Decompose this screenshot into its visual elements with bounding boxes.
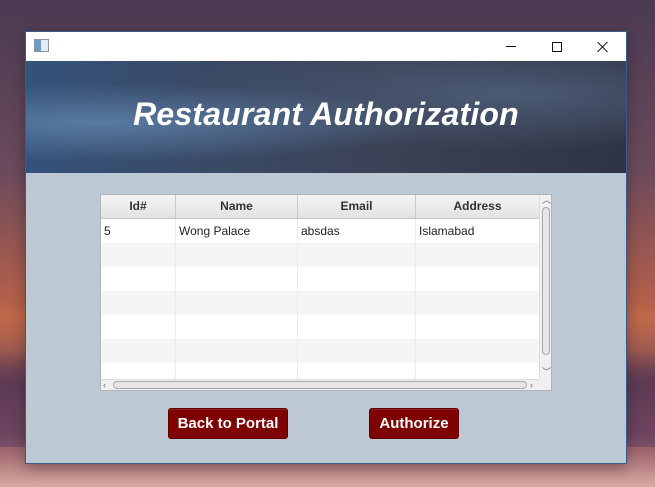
header-banner: Restaurant Authorization [26, 61, 626, 173]
empty-cell [176, 243, 298, 267]
empty-cell [101, 315, 176, 339]
empty-cell [416, 267, 540, 291]
empty-cell [176, 315, 298, 339]
empty-cell [416, 291, 540, 315]
table-row[interactable]: 5 Wong Palace absdas Islamabad [101, 219, 540, 243]
horizontal-scroll-thumb[interactable] [113, 381, 527, 389]
maximize-button[interactable] [534, 32, 580, 61]
empty-cell [101, 267, 176, 291]
cell-name: Wong Palace [176, 219, 298, 243]
empty-row [101, 339, 540, 363]
scroll-down-icon[interactable]: ﹀ [542, 367, 551, 377]
empty-cell [298, 315, 416, 339]
scroll-left-icon[interactable]: ‹ [103, 380, 106, 390]
empty-cell [101, 339, 176, 363]
title-bar [26, 32, 626, 61]
empty-row [101, 243, 540, 267]
column-header-name[interactable]: Name [176, 195, 298, 218]
maximize-icon [552, 41, 562, 52]
empty-cell [298, 243, 416, 267]
empty-row [101, 267, 540, 291]
vertical-scroll-thumb[interactable] [542, 207, 550, 355]
empty-row [101, 315, 540, 339]
minimize-button[interactable] [488, 32, 534, 61]
cell-email: absdas [298, 219, 416, 243]
page-title: Restaurant Authorization [133, 96, 519, 132]
close-icon [597, 41, 609, 53]
empty-cell [176, 291, 298, 315]
column-header-email[interactable]: Email [298, 195, 416, 218]
scroll-up-icon[interactable]: ︿ [542, 195, 551, 205]
empty-cell [416, 243, 540, 267]
cell-address: Islamabad [416, 219, 540, 243]
empty-cell [176, 339, 298, 363]
cell-id: 5 [101, 219, 176, 243]
empty-cell [416, 339, 540, 363]
minimize-icon [506, 46, 516, 47]
column-header-id[interactable]: Id# [101, 195, 176, 218]
empty-cell [101, 291, 176, 315]
table-body: 5 Wong Palace absdas Islamabad [101, 219, 540, 381]
empty-cell [298, 267, 416, 291]
empty-cell [298, 339, 416, 363]
app-window: Restaurant Authorization Id# Name Email … [26, 32, 626, 463]
vertical-scrollbar[interactable]: ︿ ﹀ [539, 195, 551, 379]
empty-cell [298, 291, 416, 315]
empty-cell [416, 315, 540, 339]
scroll-corner [539, 378, 551, 390]
empty-row [101, 291, 540, 315]
app-icon [34, 39, 49, 52]
empty-cell [101, 243, 176, 267]
close-button[interactable] [580, 32, 626, 61]
authorize-button[interactable]: Authorize [369, 408, 459, 439]
back-to-portal-button[interactable]: Back to Portal [168, 408, 288, 439]
table-header: Id# Name Email Address [101, 195, 540, 219]
column-header-address[interactable]: Address [416, 195, 540, 218]
restaurants-table[interactable]: Id# Name Email Address 5 Wong Palace abs… [100, 194, 552, 391]
horizontal-scrollbar[interactable]: ‹ › [101, 379, 540, 390]
empty-cell [176, 267, 298, 291]
scroll-right-icon[interactable]: › [530, 380, 533, 390]
